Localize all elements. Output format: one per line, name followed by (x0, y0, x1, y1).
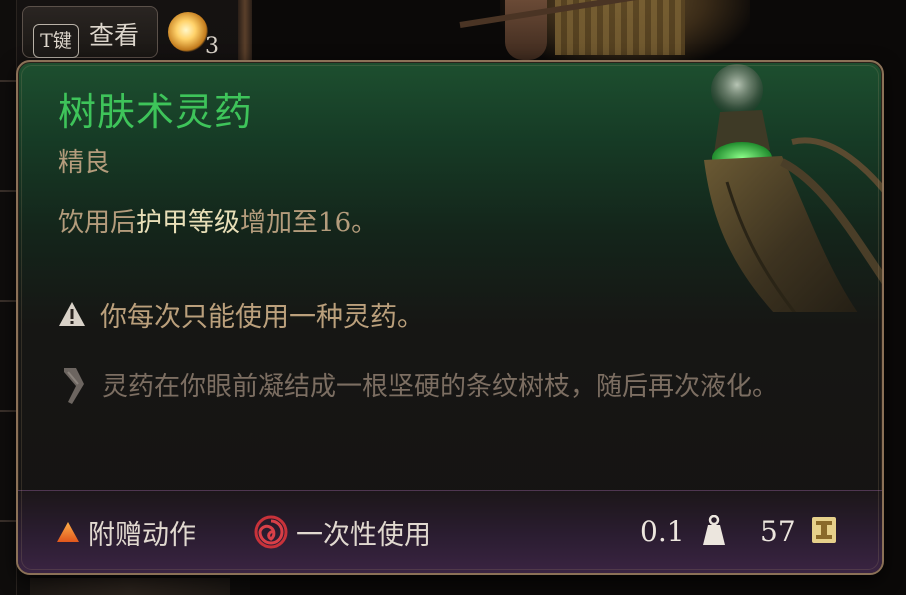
action-type-label: 附赠动作 (88, 519, 196, 551)
elixir-bottle-icon (704, 64, 882, 312)
item-weight: 0.1 (640, 515, 685, 548)
warning-text: 你每次只能使用一种灵药。 (100, 301, 424, 333)
tooltip-footer: 附赠动作 一次性使用 0.1 57 (18, 490, 882, 573)
item-description: 饮用后护甲等级增加至16。 (58, 202, 377, 239)
usage-label: 一次性使用 (296, 519, 431, 551)
keyboard-key-icon: T键 (33, 24, 79, 58)
weight-icon (703, 515, 725, 545)
item-name: 树肤术灵药 (58, 90, 254, 134)
description-suffix: 增加至16。 (240, 208, 378, 238)
warning-icon (59, 302, 85, 326)
item-rarity: 精良 (58, 148, 111, 178)
inventory-item-backdrop (30, 578, 230, 595)
item-tooltip: 树肤术灵药 精良 饮用后护甲等级增加至16。 你每次只能使用一种灵药。 灵药在你… (16, 60, 884, 575)
usage-type[interactable]: 一次性使用 (254, 513, 431, 551)
action-type[interactable]: 附赠动作 (56, 513, 196, 551)
inventory-slot-strip (0, 0, 17, 595)
gold-icon (812, 517, 836, 543)
inventory-item-icon[interactable] (168, 12, 208, 52)
swirl-icon (254, 515, 288, 549)
triangle-icon (57, 522, 79, 542)
item-value: 57 (760, 515, 796, 548)
elixir-warning: 你每次只能使用一种灵药。 (58, 294, 424, 334)
item-stack-count: 3 (205, 34, 219, 59)
inspect-label: 查看 (89, 21, 140, 50)
armor-class-keyword[interactable]: 护甲等级 (136, 208, 240, 238)
description-prefix: 饮用后 (58, 208, 137, 238)
quill-icon (64, 368, 84, 404)
inspect-key-hint[interactable]: T键 查看 (22, 6, 158, 58)
flavor-text: 灵药在你眼前凝结成一根坚硬的条纹树枝，随后再次液化。 (102, 372, 779, 402)
